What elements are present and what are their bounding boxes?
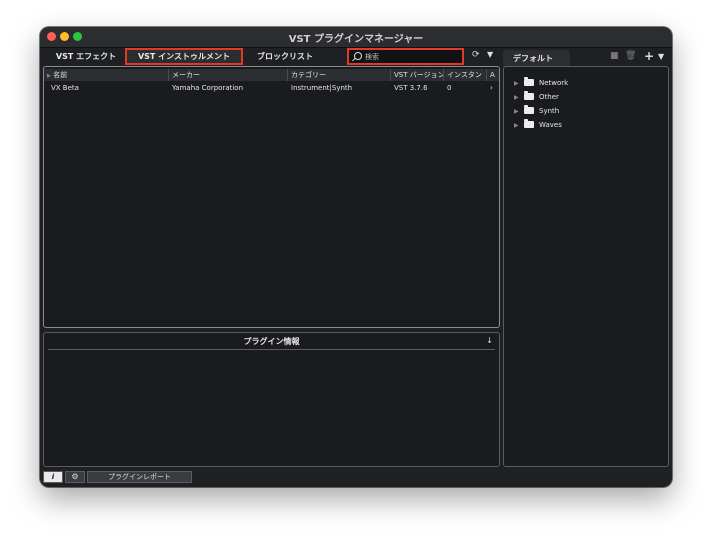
- expand-arrow-icon[interactable]: ▶: [514, 78, 524, 90]
- cell-version: VST 3.7.6: [394, 84, 428, 92]
- tree-item-label: Synth: [539, 107, 560, 115]
- tab-row: VST エフェクト VST インストゥルメント ブロックリスト 検索 ⟳ ▼: [40, 48, 672, 65]
- cell-extra: ›: [490, 84, 493, 92]
- plugin-info-panel: プラグイン情報 ↓: [43, 332, 500, 467]
- plugin-report-button[interactable]: プラグインレポート: [87, 471, 192, 483]
- preset-tab-default[interactable]: デフォルト: [503, 50, 570, 67]
- expand-arrow-icon[interactable]: ▶: [514, 120, 524, 132]
- tree-item-waves[interactable]: ▶ Waves: [514, 119, 562, 131]
- column-header-category[interactable]: カテゴリー: [288, 69, 391, 81]
- info-sort-icon[interactable]: ↓: [486, 336, 493, 345]
- expand-arrow-icon[interactable]: ▶: [514, 92, 524, 104]
- plugin-info-title: プラグイン情報: [243, 337, 300, 346]
- sort-icon: ▶: [47, 73, 51, 79]
- column-header-version[interactable]: VST バージョン: [391, 69, 444, 81]
- tab-vst-instruments[interactable]: VST インストゥルメント: [125, 48, 243, 65]
- tree-item-label: Network: [539, 79, 569, 87]
- column-header-maker[interactable]: メーカー: [169, 69, 288, 81]
- tree-item-other[interactable]: ▶ Other: [514, 91, 559, 103]
- cell-category: Instrument|Synth: [291, 84, 353, 92]
- divider: [48, 349, 495, 350]
- column-header-extra[interactable]: A: [487, 69, 498, 81]
- column-header-name[interactable]: ▶ 名前: [44, 69, 169, 81]
- refresh-icon[interactable]: ⟳: [472, 50, 480, 60]
- table-row[interactable]: VX Beta Yamaha Corporation Instrument|Sy…: [44, 82, 499, 94]
- add-menu-chevron-icon[interactable]: ▼: [658, 52, 664, 61]
- column-name-label: 名前: [53, 71, 68, 79]
- search-icon: [354, 52, 362, 60]
- table-header: ▶ 名前 メーカー カテゴリー VST バージョン インスタン A: [44, 69, 499, 81]
- cell-maker: Yamaha Corporation: [172, 84, 244, 92]
- title-bar: VST プラグインマネージャー: [40, 27, 672, 48]
- cell-instances: 0: [447, 84, 452, 92]
- folder-icon: [524, 91, 534, 100]
- search-placeholder: 検索: [365, 53, 379, 61]
- folder-icon: [524, 77, 534, 86]
- preset-tree-panel: ▶ Network ▶ Other ▶ Synth ▶ Waves: [503, 66, 669, 467]
- expand-arrow-icon[interactable]: ▶: [514, 106, 524, 118]
- add-icon[interactable]: +: [644, 49, 654, 63]
- info-button[interactable]: i: [43, 471, 63, 483]
- folder-icon[interactable]: ■: [610, 51, 619, 61]
- settings-gear-icon[interactable]: ⚙: [65, 471, 85, 483]
- tab-blocklist[interactable]: ブロックリスト: [245, 48, 325, 65]
- tree-item-synth[interactable]: ▶ Synth: [514, 105, 559, 117]
- plugin-manager-window: VST プラグインマネージャー VST エフェクト VST インストゥルメント …: [40, 27, 672, 487]
- column-header-instances[interactable]: インスタン: [444, 69, 487, 81]
- folder-icon: [524, 119, 534, 128]
- chevron-down-icon[interactable]: ▼: [487, 50, 493, 59]
- window-title: VST プラグインマネージャー: [288, 34, 424, 45]
- plugin-list-panel: ▶ 名前 メーカー カテゴリー VST バージョン インスタン A VX Bet…: [43, 66, 500, 328]
- trash-icon[interactable]: 🗑: [625, 51, 636, 61]
- tree-item-network[interactable]: ▶ Network: [514, 77, 568, 89]
- tree-item-label: Waves: [539, 121, 562, 129]
- tab-vst-effects[interactable]: VST エフェクト: [46, 48, 126, 65]
- cell-name: VX Beta: [51, 84, 79, 92]
- tree-item-label: Other: [539, 93, 559, 101]
- search-input[interactable]: 検索: [347, 48, 464, 65]
- folder-icon: [524, 105, 534, 114]
